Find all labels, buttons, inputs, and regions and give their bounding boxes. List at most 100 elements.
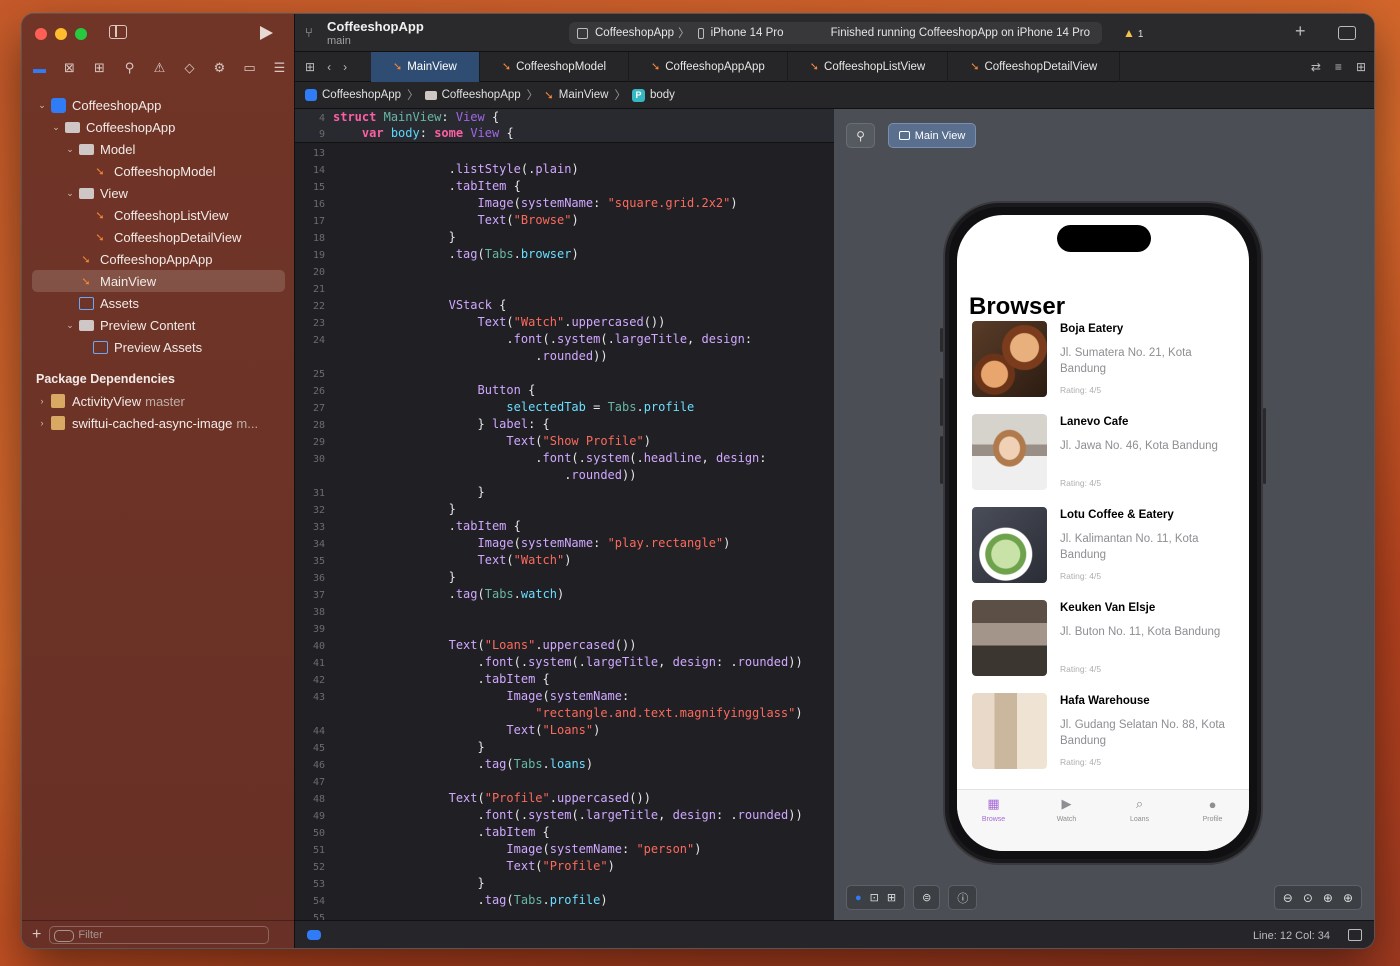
code-line[interactable]: 52 Text("Profile") bbox=[295, 859, 834, 876]
code-line[interactable]: 44 Text("Loans") bbox=[295, 723, 834, 740]
code-line[interactable]: 43 Image(systemName: bbox=[295, 689, 834, 706]
code-line[interactable]: 41 .font(.system(.largeTitle, design: .r… bbox=[295, 655, 834, 672]
navigator-item[interactable]: Assets bbox=[22, 292, 295, 314]
navigator-item[interactable]: ➘ CoffeeshopDetailView bbox=[22, 226, 295, 248]
breadcrumb-item[interactable]: CoffeeshopApp bbox=[305, 89, 401, 101]
code-line[interactable]: 25 bbox=[295, 366, 834, 383]
code-line[interactable]: 14 .listStyle(.plain) bbox=[295, 162, 834, 179]
code-line[interactable]: 33 .tabItem { bbox=[295, 519, 834, 536]
warning-badge[interactable]: ▲ 1 bbox=[1123, 26, 1143, 40]
code-line[interactable]: 23 Text("Watch".uppercased()) bbox=[295, 315, 834, 332]
code-line[interactable]: 40 Text("Loans".uppercased()) bbox=[295, 638, 834, 655]
package-item[interactable]: › ActivityView master bbox=[22, 390, 295, 412]
code-line[interactable]: 35 Text("Watch") bbox=[295, 553, 834, 570]
chevron-down-icon[interactable]: ⌄ bbox=[50, 122, 62, 133]
code-line[interactable]: 53 } bbox=[295, 876, 834, 893]
report-icon[interactable]: ☰ bbox=[270, 60, 289, 76]
library-add-icon[interactable]: + bbox=[1295, 21, 1306, 42]
code-line[interactable]: 26 Button { bbox=[295, 383, 834, 400]
code-line[interactable]: 17 Text("Browse") bbox=[295, 213, 834, 230]
code-line[interactable]: 38 bbox=[295, 604, 834, 621]
code-line[interactable]: .rounded)) bbox=[295, 468, 834, 485]
list-item[interactable]: Hafa Warehouse Jl. Gudang Selatan No. 88… bbox=[972, 693, 1237, 771]
chevron-down-icon[interactable]: ⌄ bbox=[64, 320, 76, 331]
code-line[interactable]: 55 bbox=[295, 910, 834, 920]
debug-area-icon[interactable] bbox=[307, 930, 321, 940]
debug-toggle-icon[interactable] bbox=[1348, 929, 1362, 941]
chevron-down-icon[interactable]: ⌄ bbox=[36, 100, 48, 111]
code-line[interactable]: .rounded)) bbox=[295, 349, 834, 366]
selectable-mode-icon[interactable]: ⊡ bbox=[870, 891, 879, 904]
navigator-item[interactable]: ⌄ Preview Content bbox=[22, 314, 295, 336]
code-line[interactable]: 13 bbox=[295, 145, 834, 162]
code-line[interactable]: 50 .tabItem { bbox=[295, 825, 834, 842]
code-line[interactable]: 48 Text("Profile".uppercased()) bbox=[295, 791, 834, 808]
code-line[interactable]: 54 .tag(Tabs.profile) bbox=[295, 893, 834, 910]
code-editor[interactable]: 4 struct MainView: View {9 var body: some… bbox=[295, 109, 834, 920]
test-icon[interactable]: ◇ bbox=[180, 60, 199, 76]
device-info-icon[interactable]: ⓘ bbox=[948, 885, 978, 910]
symbol-navigator-icon[interactable]: ⊞ bbox=[90, 60, 109, 76]
code-line[interactable]: 9 var body: some View { bbox=[295, 126, 834, 143]
zoom-in-icon[interactable]: ⊕ bbox=[1343, 891, 1353, 905]
source-control-icon[interactable]: ⊠ bbox=[60, 60, 79, 76]
variants-icon[interactable]: ⊞ bbox=[887, 891, 896, 904]
run-icon[interactable] bbox=[260, 26, 273, 40]
code-line[interactable]: 18 } bbox=[295, 230, 834, 247]
code-line[interactable]: 15 .tabItem { bbox=[295, 179, 834, 196]
navigator-item[interactable]: ➘ CoffeeshopModel bbox=[22, 160, 295, 182]
navigator-item[interactable]: ⌄ Model bbox=[22, 138, 295, 160]
tab-coffeeshopdetailview[interactable]: ➘ CoffeeshopDetailView bbox=[948, 51, 1121, 82]
code-line[interactable]: 20 bbox=[295, 264, 834, 281]
zoom-button[interactable] bbox=[75, 28, 87, 40]
zoom-100-icon[interactable]: ⊙ bbox=[1303, 891, 1313, 905]
folder-navigator-icon[interactable]: ▬ bbox=[30, 60, 49, 76]
sidebar-toggle-icon[interactable] bbox=[109, 25, 127, 39]
code-line[interactable]: 30 .font(.system(.headline, design: bbox=[295, 451, 834, 468]
tab-coffeeshopmodel[interactable]: ➘ CoffeeshopModel bbox=[480, 51, 630, 82]
breadcrumb-item[interactable]: Pbody bbox=[631, 88, 675, 102]
code-line[interactable]: 32 } bbox=[295, 502, 834, 519]
code-line[interactable]: 16 Image(systemName: "square.grid.2x2") bbox=[295, 196, 834, 213]
code-line[interactable]: 22 VStack { bbox=[295, 298, 834, 315]
code-line[interactable]: 45 } bbox=[295, 740, 834, 757]
issue-icon[interactable]: ⚠ bbox=[150, 60, 169, 76]
code-line[interactable]: 31 } bbox=[295, 485, 834, 502]
breadcrumb-item[interactable]: CoffeeshopApp bbox=[424, 89, 521, 101]
chevron-down-icon[interactable]: ⌄ bbox=[64, 144, 76, 155]
phone-tab-watch[interactable]: ▶ Watch bbox=[1030, 790, 1103, 851]
list-item[interactable]: Lanevo Cafe Jl. Jawa No. 46, Kota Bandun… bbox=[972, 414, 1237, 492]
pin-icon[interactable]: ⚲ bbox=[846, 123, 875, 148]
tab-coffeeshopappapp[interactable]: ➘ CoffeeshopAppApp bbox=[629, 51, 788, 82]
editor-options-icon[interactable]: ≡ bbox=[1335, 60, 1342, 74]
package-item[interactable]: › swiftui-cached-async-image m... bbox=[22, 412, 295, 434]
breadcrumb-item[interactable]: ➘ MainView bbox=[544, 88, 608, 102]
inspector-toggle-icon[interactable] bbox=[1338, 26, 1356, 40]
navigator-item[interactable]: Preview Assets bbox=[22, 336, 295, 358]
code-line[interactable]: 36 } bbox=[295, 570, 834, 587]
filter-input[interactable]: Filter bbox=[49, 925, 270, 944]
zoom-fit-icon[interactable]: ⊕ bbox=[1323, 891, 1333, 905]
breakpoint-icon[interactable]: ▭ bbox=[240, 60, 259, 76]
refresh-icon[interactable]: ⇄ bbox=[1311, 60, 1321, 74]
code-line[interactable]: 28 } label: { bbox=[295, 417, 834, 434]
list-item[interactable]: Keuken Van Elsje Jl. Buton No. 11, Kota … bbox=[972, 600, 1237, 678]
phone-tab-loans[interactable]: ⌕ Loans bbox=[1103, 790, 1176, 851]
code-line[interactable]: 4 struct MainView: View { bbox=[295, 110, 834, 127]
code-line[interactable]: 51 Image(systemName: "person") bbox=[295, 842, 834, 859]
forward-icon[interactable]: › bbox=[343, 60, 347, 74]
code-line[interactable]: 39 bbox=[295, 621, 834, 638]
live-mode-icon[interactable]: ● bbox=[855, 892, 862, 904]
code-line[interactable]: 47 bbox=[295, 774, 834, 791]
navigator-item[interactable]: ➘ MainView bbox=[32, 270, 285, 292]
navigator-item[interactable]: ⌄ CoffeeshopApp bbox=[22, 94, 295, 116]
navigator-item[interactable]: ⌄ View bbox=[22, 182, 295, 204]
close-button[interactable] bbox=[35, 28, 47, 40]
chevron-right-icon[interactable]: › bbox=[36, 418, 48, 428]
code-line[interactable]: 27 selectedTab = Tabs.profile bbox=[295, 400, 834, 417]
related-items-icon[interactable]: ⊞ bbox=[305, 60, 315, 74]
chevron-right-icon[interactable]: › bbox=[36, 396, 48, 406]
code-line[interactable]: 19 .tag(Tabs.browser) bbox=[295, 247, 834, 264]
back-icon[interactable]: ‹ bbox=[327, 60, 331, 74]
navigator-item[interactable]: ➘ CoffeeshopAppApp bbox=[22, 248, 295, 270]
